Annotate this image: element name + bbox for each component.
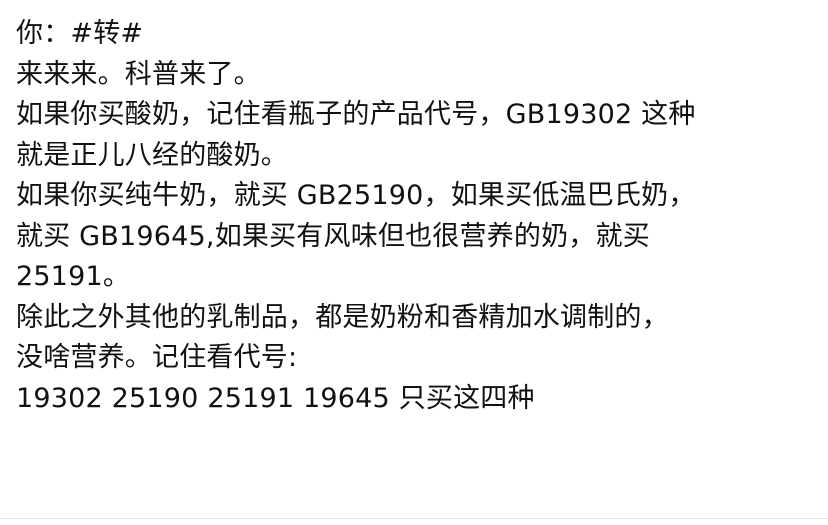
divider [0, 518, 828, 519]
post-line: 就是正儿八经的酸奶。 [16, 139, 288, 171]
post-body: 你：#转# 来来来。科普来了。 如果你买酸奶，记住看瓶子的产品代号，GB1930… [0, 0, 828, 525]
post-line-header: 你：#转# [16, 18, 144, 49]
post-line: 没啥营养。记住看代号: [16, 342, 298, 373]
post-line: 如果你买酸奶，记住看瓶子的产品代号，GB19302 这种 [16, 99, 696, 130]
post-line: 就买 GB19645,如果买有风味但也很营养的奶，就买 [16, 220, 650, 252]
post-line: 来来来。科普来了。 [16, 58, 261, 90]
post-line: 除此之外其他的乳制品，都是奶粉和香精加水调制的， [16, 301, 669, 333]
post-line-codes: 19302 25190 25191 19645 只买这四种 [16, 382, 535, 414]
post-line: 如果你买纯牛奶，就买 GB25190，如果买低温巴氏奶， [16, 180, 696, 211]
post-line: 25191。 [16, 261, 131, 292]
